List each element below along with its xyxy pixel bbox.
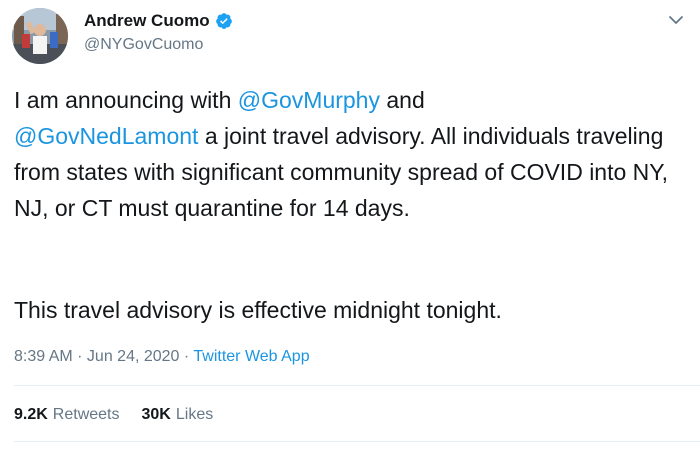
chevron-down-icon [669,16,683,24]
tweet-stats: 9.2K Retweets 30K Likes [14,404,235,426]
tweet-text-segment: and [379,87,425,113]
retweets-label: Retweets [52,406,120,423]
author-display-name[interactable]: Andrew Cuomo [84,11,210,31]
tweet-card: Andrew Cuomo @NYGovCuomo I am announcing… [0,0,700,449]
divider [14,441,700,442]
likes-stat[interactable]: 30K Likes [142,404,214,426]
author-name-row: Andrew Cuomo [84,10,233,32]
tweet-meta: 8:39 AM · Jun 24, 2020 · Twitter Web App [14,346,310,368]
tweet-source-app[interactable]: Twitter Web App [193,348,309,365]
meta-separator: · [179,348,194,365]
author-handle[interactable]: @NYGovCuomo [84,36,233,54]
divider [14,385,700,386]
meta-separator: · [72,348,87,365]
more-options-button[interactable] [664,10,688,30]
tweet-text-segment: I am announcing with [14,87,238,113]
retweets-count: 9.2K [14,406,48,423]
tweet-time[interactable]: 8:39 AM [14,348,73,365]
mention-link-govnedlamont[interactable]: @GovNedLamont [14,123,198,149]
retweets-stat[interactable]: 9.2K Retweets [14,404,120,426]
avatar[interactable] [12,8,68,64]
tweet-text: I am announcing with @GovMurphy and @GovN… [14,82,690,226]
tweet-date[interactable]: Jun 24, 2020 [87,348,180,365]
mention-link-govmurphy[interactable]: @GovMurphy [238,87,380,113]
tweet-text-paragraph-2: This travel advisory is effective midnig… [14,297,502,323]
likes-label: Likes [175,406,214,423]
likes-count: 30K [141,406,171,423]
author-block: Andrew Cuomo @NYGovCuomo [84,10,233,54]
verified-badge-icon [215,12,233,30]
avatar-image [12,8,68,64]
